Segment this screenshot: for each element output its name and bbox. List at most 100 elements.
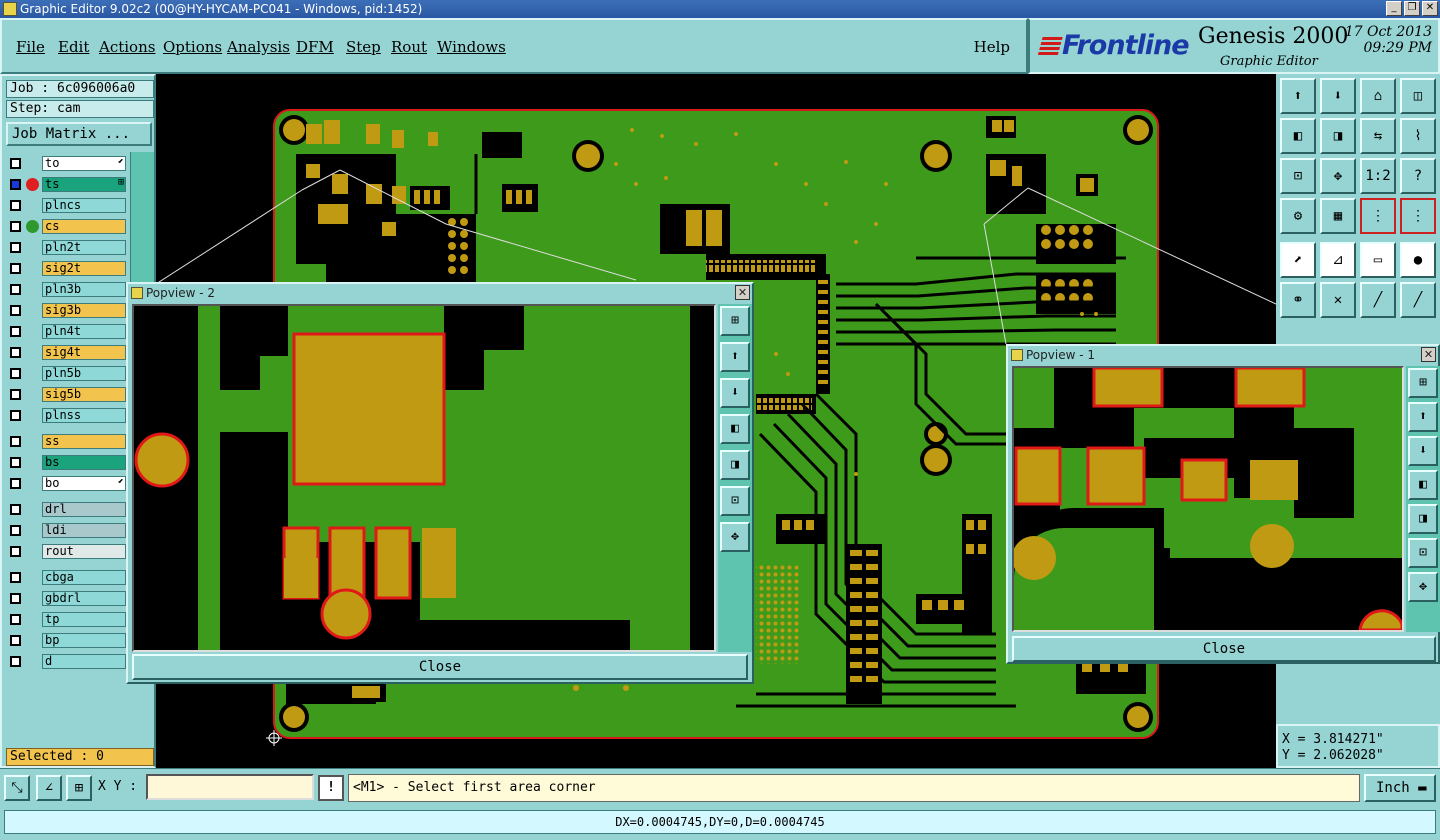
snap-grid-icon[interactable]: ⊞ — [66, 775, 92, 801]
layer-checkbox[interactable] — [10, 478, 21, 489]
menu-actions[interactable]: Actions — [99, 38, 155, 56]
layer-row[interactable]: plncs — [6, 198, 126, 213]
layer-checkbox[interactable] — [10, 368, 21, 379]
layer-name[interactable]: cs — [42, 219, 126, 234]
popview-2-titlebar[interactable]: Popview - 2 ✕ — [128, 284, 752, 302]
warning-button[interactable]: ! — [318, 775, 344, 801]
layer-name[interactable]: drl — [42, 502, 126, 517]
net2-icon[interactable]: ⋮ — [1400, 198, 1436, 234]
layer-row[interactable]: ts ⊞ — [6, 177, 126, 192]
layer-name[interactable]: sig4t — [42, 345, 126, 360]
unit-selector[interactable]: Inch ▬ — [1364, 774, 1436, 802]
menu-help[interactable]: Help — [974, 38, 1010, 56]
zoom-up-icon[interactable]: ⬆ — [1280, 78, 1316, 114]
layer-name[interactable]: bs — [42, 455, 126, 470]
popview2-pan-right-icon[interactable]: ◨ — [720, 450, 750, 480]
layer-checkbox[interactable] — [10, 242, 21, 253]
layer-name[interactable]: rout — [42, 544, 126, 559]
popview-2-canvas[interactable] — [132, 304, 716, 652]
home-icon[interactable]: ⌂ — [1360, 78, 1396, 114]
popview-1-canvas[interactable] — [1012, 366, 1404, 632]
layer-row[interactable]: rout — [6, 544, 126, 559]
zoom-area-icon[interactable]: ⤡ — [4, 775, 30, 801]
layer-row[interactable]: drl — [6, 502, 126, 517]
grid-icon[interactable]: ▦ — [1320, 198, 1356, 234]
layer-row[interactable]: pln5b — [6, 366, 126, 381]
layer-row[interactable]: bp — [6, 633, 126, 648]
layer-name[interactable]: sig2t — [42, 261, 126, 276]
menu-step[interactable]: Step — [346, 38, 381, 56]
layer-name[interactable]: pln3b — [42, 282, 126, 297]
layer-checkbox[interactable] — [10, 347, 21, 358]
popview-2-close-button[interactable]: Close — [132, 654, 748, 680]
pan-right-icon[interactable]: ◨ — [1320, 118, 1356, 154]
menu-dfm[interactable]: DFM — [296, 38, 334, 56]
layer-checkbox[interactable] — [10, 263, 21, 274]
popview1-center-icon[interactable]: ✥ — [1408, 572, 1438, 602]
layer-name[interactable]: bp — [42, 633, 126, 648]
line-icon[interactable]: ╱ — [1360, 282, 1396, 318]
xy-input[interactable] — [146, 774, 314, 800]
layer-name[interactable]: bo — [42, 476, 126, 491]
tools-icon[interactable]: ⚙ — [1280, 198, 1316, 234]
layer-name[interactable]: pln5b — [42, 366, 126, 381]
layer-row[interactable]: ldi — [6, 523, 126, 538]
popview2-pan-down-icon[interactable]: ⬇ — [720, 378, 750, 408]
layer-row[interactable]: sig4t — [6, 345, 126, 360]
layer-checkbox[interactable] — [10, 436, 21, 447]
layer-name[interactable]: pln4t — [42, 324, 126, 339]
popview2-center-icon[interactable]: ✥ — [720, 522, 750, 552]
menu-edit[interactable]: Edit — [58, 38, 89, 56]
layer-checkbox[interactable] — [10, 410, 21, 421]
layer-name[interactable]: d — [42, 654, 126, 669]
popview-2-close-icon[interactable]: ✕ — [735, 285, 750, 300]
popview-1-close-button[interactable]: Close — [1012, 636, 1436, 662]
menu-windows[interactable]: Windows — [437, 38, 506, 56]
popview2-pan-up-icon[interactable]: ⬆ — [720, 342, 750, 372]
measure-angle-icon[interactable]: ∠ — [36, 775, 62, 801]
layer-name[interactable]: plncs — [42, 198, 126, 213]
layer-checkbox[interactable] — [10, 179, 21, 190]
net-icon[interactable]: ⋮ — [1360, 198, 1396, 234]
menu-rout[interactable]: Rout — [391, 38, 427, 56]
pan-left-icon[interactable]: ◧ — [1280, 118, 1316, 154]
layer-checkbox[interactable] — [10, 326, 21, 337]
restore-button[interactable]: ❐ — [1404, 1, 1420, 16]
layer-row[interactable]: cs — [6, 219, 126, 234]
popview2-pan-left-icon[interactable]: ◧ — [720, 414, 750, 444]
popview2-zoom-in-icon[interactable]: ⊞ — [720, 306, 750, 336]
select-icon[interactable]: ⬈ — [1280, 242, 1316, 278]
menu-options[interactable]: Options — [163, 38, 222, 56]
layer-checkbox[interactable] — [10, 284, 21, 295]
layer-row[interactable]: cbga — [6, 570, 126, 585]
ruler-icon[interactable]: ▭ — [1360, 242, 1396, 278]
minimize-button[interactable]: _ — [1386, 1, 1402, 16]
layer-checkbox[interactable] — [10, 572, 21, 583]
job-matrix-button[interactable]: Job Matrix ... — [6, 122, 152, 146]
scale-icon[interactable]: 1:2 — [1360, 158, 1396, 194]
layer-row[interactable]: d — [6, 654, 126, 669]
arc-icon[interactable]: ╱ — [1400, 282, 1436, 318]
layer-checkbox[interactable] — [10, 525, 21, 536]
layer-name[interactable]: plnss — [42, 408, 126, 423]
layer-checkbox[interactable] — [10, 221, 21, 232]
layer-row[interactable]: bs — [6, 455, 126, 470]
layer-checkbox[interactable] — [10, 158, 21, 169]
layer-row[interactable]: sig5b — [6, 387, 126, 402]
layer-name[interactable]: to — [42, 156, 126, 171]
layer-name[interactable]: gbdrl — [42, 591, 126, 606]
zoom-center-icon[interactable]: ✥ — [1320, 158, 1356, 194]
layer-row[interactable]: gbdrl — [6, 591, 126, 606]
swap-icon[interactable]: ⇆ — [1360, 118, 1396, 154]
layer-checkbox[interactable] — [10, 635, 21, 646]
popview1-fit-icon[interactable]: ⊡ — [1408, 538, 1438, 568]
layer-row[interactable]: sig3b — [6, 303, 126, 318]
step-icon[interactable]: ⌇ — [1400, 118, 1436, 154]
layer-row[interactable]: to ⬋ — [6, 156, 126, 171]
layer-name[interactable]: ss — [42, 434, 126, 449]
snap-icon[interactable]: ✕ — [1320, 282, 1356, 318]
layer-checkbox[interactable] — [10, 593, 21, 604]
layer-checkbox[interactable] — [10, 305, 21, 316]
layer-name[interactable]: tp — [42, 612, 126, 627]
layer-row[interactable]: pln4t — [6, 324, 126, 339]
